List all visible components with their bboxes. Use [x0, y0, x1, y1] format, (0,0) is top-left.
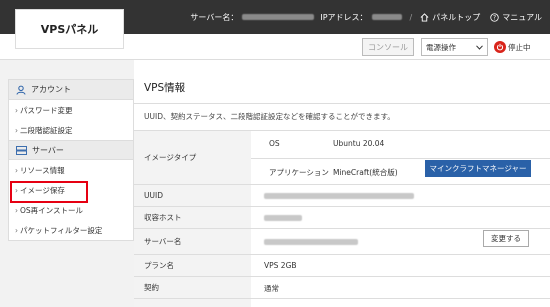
chevron-right-icon: › [15, 165, 18, 175]
help-icon[interactable]: ? [490, 12, 499, 22]
sidebar-heading-account: アカウント [9, 80, 133, 100]
ip-address-redacted [371, 14, 402, 20]
status-label: 停止中 [508, 42, 531, 52]
sidebar-item-image-save[interactable]: › イメージ保存 [9, 180, 133, 203]
page-title: VPS情報 [144, 82, 186, 94]
logo[interactable]: VPSパネル [15, 9, 124, 49]
panel-top-link[interactable]: パネルトップ [432, 12, 480, 23]
sidebar-item-packet-filter[interactable]: › パケットフィルター設定 [9, 220, 133, 240]
header-info: サーバー名： IPアドレス： / パネルトップ ? マニュアル [190, 12, 542, 23]
manual-link[interactable]: マニュアル [502, 12, 542, 23]
plan-value: VPS 2GB [264, 261, 297, 270]
contract-value: 通常 [264, 284, 279, 293]
host-label: 収容ホスト [134, 207, 251, 228]
chevron-right-icon: › [15, 185, 18, 195]
server-name-row-label: サーバー名 [134, 229, 251, 254]
sidebar-item-password-change[interactable]: › パスワード変更 [9, 100, 133, 120]
image-type-label: イメージタイプ [134, 131, 251, 184]
sidebar: アカウント › パスワード変更 › 二段階認証設定 サーバー › リソース情報 … [8, 79, 134, 241]
row-uuid: UUID [134, 184, 550, 206]
host-redacted [264, 215, 302, 221]
power-operation-value: 電源操作 [426, 42, 456, 52]
chevron-right-icon: › [15, 125, 18, 135]
sidebar-item-resource-info[interactable]: › リソース情報 [9, 160, 133, 180]
application-value: MineCraft(統合版) [333, 168, 398, 177]
contract-label: 契約 [134, 277, 251, 298]
ip-address-label: IPアドレス： [320, 12, 368, 22]
row-contract: 契約 通常 [134, 276, 550, 298]
minecraft-manager-button[interactable]: マインクラフトマネージャー [425, 160, 531, 177]
application-label: アプリケーション [269, 168, 329, 177]
console-button[interactable]: コンソール [362, 38, 414, 56]
home-icon[interactable] [420, 12, 429, 22]
server-name-label: サーバー名： [190, 12, 239, 22]
sidebar-item-os-reinstall[interactable]: › OS再インストール [9, 200, 133, 220]
uuid-redacted [264, 193, 414, 199]
power-operation-select[interactable]: 電源操作 [421, 38, 488, 56]
chevron-down-icon [476, 43, 483, 52]
os-value: Ubuntu 20.04 [333, 139, 385, 148]
server-name-redacted [242, 14, 315, 20]
uuid-label: UUID [134, 185, 251, 206]
row-plan: プラン名 VPS 2GB [134, 254, 550, 276]
os-label: OS [269, 139, 280, 148]
server-name-value-redacted [264, 239, 358, 245]
chevron-right-icon: › [15, 205, 18, 215]
svg-text:?: ? [493, 15, 496, 21]
power-icon [494, 41, 506, 53]
plan-label: プラン名 [134, 255, 251, 276]
chevron-right-icon: › [15, 105, 18, 115]
sidebar-heading-server: サーバー [9, 140, 133, 160]
sidebar-item-two-factor[interactable]: › 二段階認証設定 [9, 120, 133, 140]
row-next-partial [134, 298, 550, 307]
row-host: 収容ホスト [134, 206, 550, 228]
chevron-right-icon: › [15, 225, 18, 235]
page-description: UUID、契約ステータス、二段階認証設定などを確認することができます。 [144, 112, 395, 121]
user-icon [16, 85, 26, 95]
change-server-name-button[interactable]: 変更する [483, 230, 529, 247]
server-status: 停止中 [494, 38, 531, 56]
server-icon [16, 145, 27, 155]
main-content: VPS情報 UUID、契約ステータス、二段階認証設定などを確認することができます… [134, 60, 550, 307]
